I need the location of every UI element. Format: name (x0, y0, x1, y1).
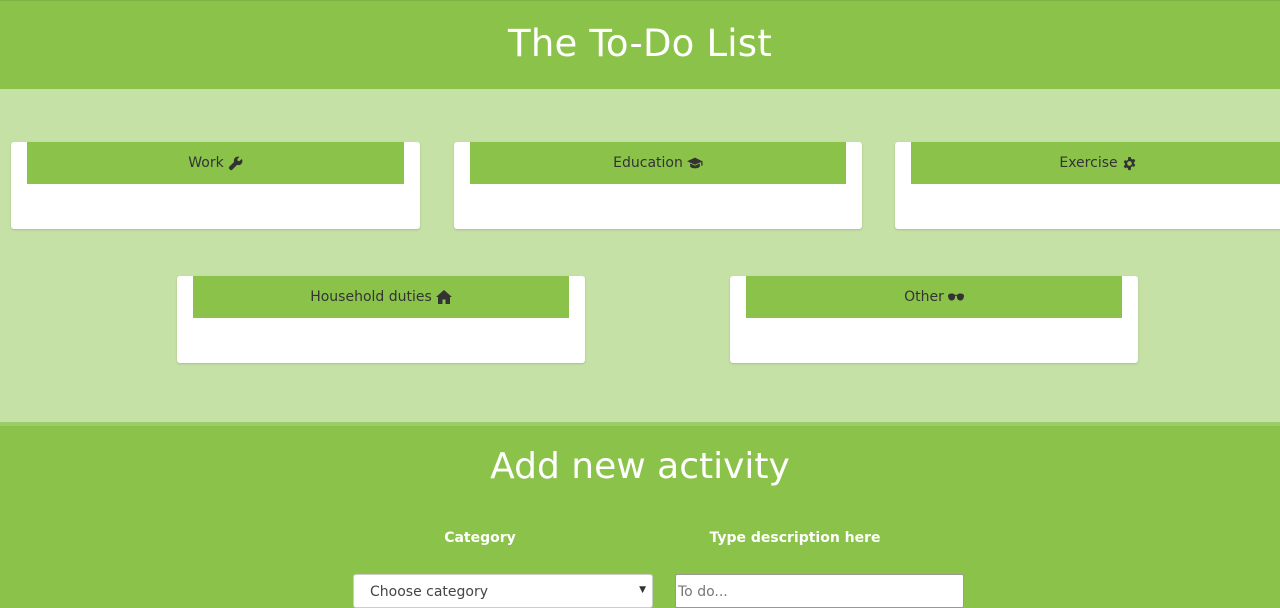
dropdown-arrow-icon: ▼ (639, 585, 646, 595)
description-placeholder: To do... (678, 584, 728, 600)
category-card-education: Education (454, 142, 862, 229)
graduation-cap-icon (686, 156, 703, 170)
wrench-icon (228, 156, 243, 171)
sunglasses-icon (947, 292, 964, 302)
description-input[interactable]: To do... (675, 574, 964, 608)
category-card-exercise: Exercise (895, 142, 1280, 229)
add-activity-section: Add new activity Category Type descripti… (0, 422, 1280, 608)
category-card-other: Other (730, 276, 1138, 363)
category-header-work[interactable]: Work (27, 142, 404, 184)
home-icon (435, 290, 452, 304)
page-header: The To-Do List (0, 0, 1280, 85)
category-label-education: Education (613, 155, 683, 171)
category-card-work: Work (11, 142, 420, 229)
gear-icon (1122, 156, 1137, 171)
category-header-exercise[interactable]: Exercise (911, 142, 1280, 184)
category-header-other[interactable]: Other (746, 276, 1122, 318)
categories-panel: Work Education Exercise Household duties (0, 89, 1280, 422)
category-label-household: Household duties (310, 289, 432, 305)
page-title: The To-Do List (508, 21, 772, 65)
add-activity-title: Add new activity (490, 446, 790, 487)
category-label-work: Work (188, 155, 224, 171)
category-card-household: Household duties (177, 276, 585, 363)
category-field-label: Category (444, 530, 516, 546)
category-select[interactable]: Choose category ▼ (353, 574, 653, 608)
category-label-other: Other (904, 289, 944, 305)
category-header-household[interactable]: Household duties (193, 276, 569, 318)
description-field-label: Type description here (709, 530, 881, 546)
category-select-value: Choose category (370, 584, 489, 600)
category-label-exercise: Exercise (1059, 155, 1118, 171)
category-header-education[interactable]: Education (470, 142, 846, 184)
